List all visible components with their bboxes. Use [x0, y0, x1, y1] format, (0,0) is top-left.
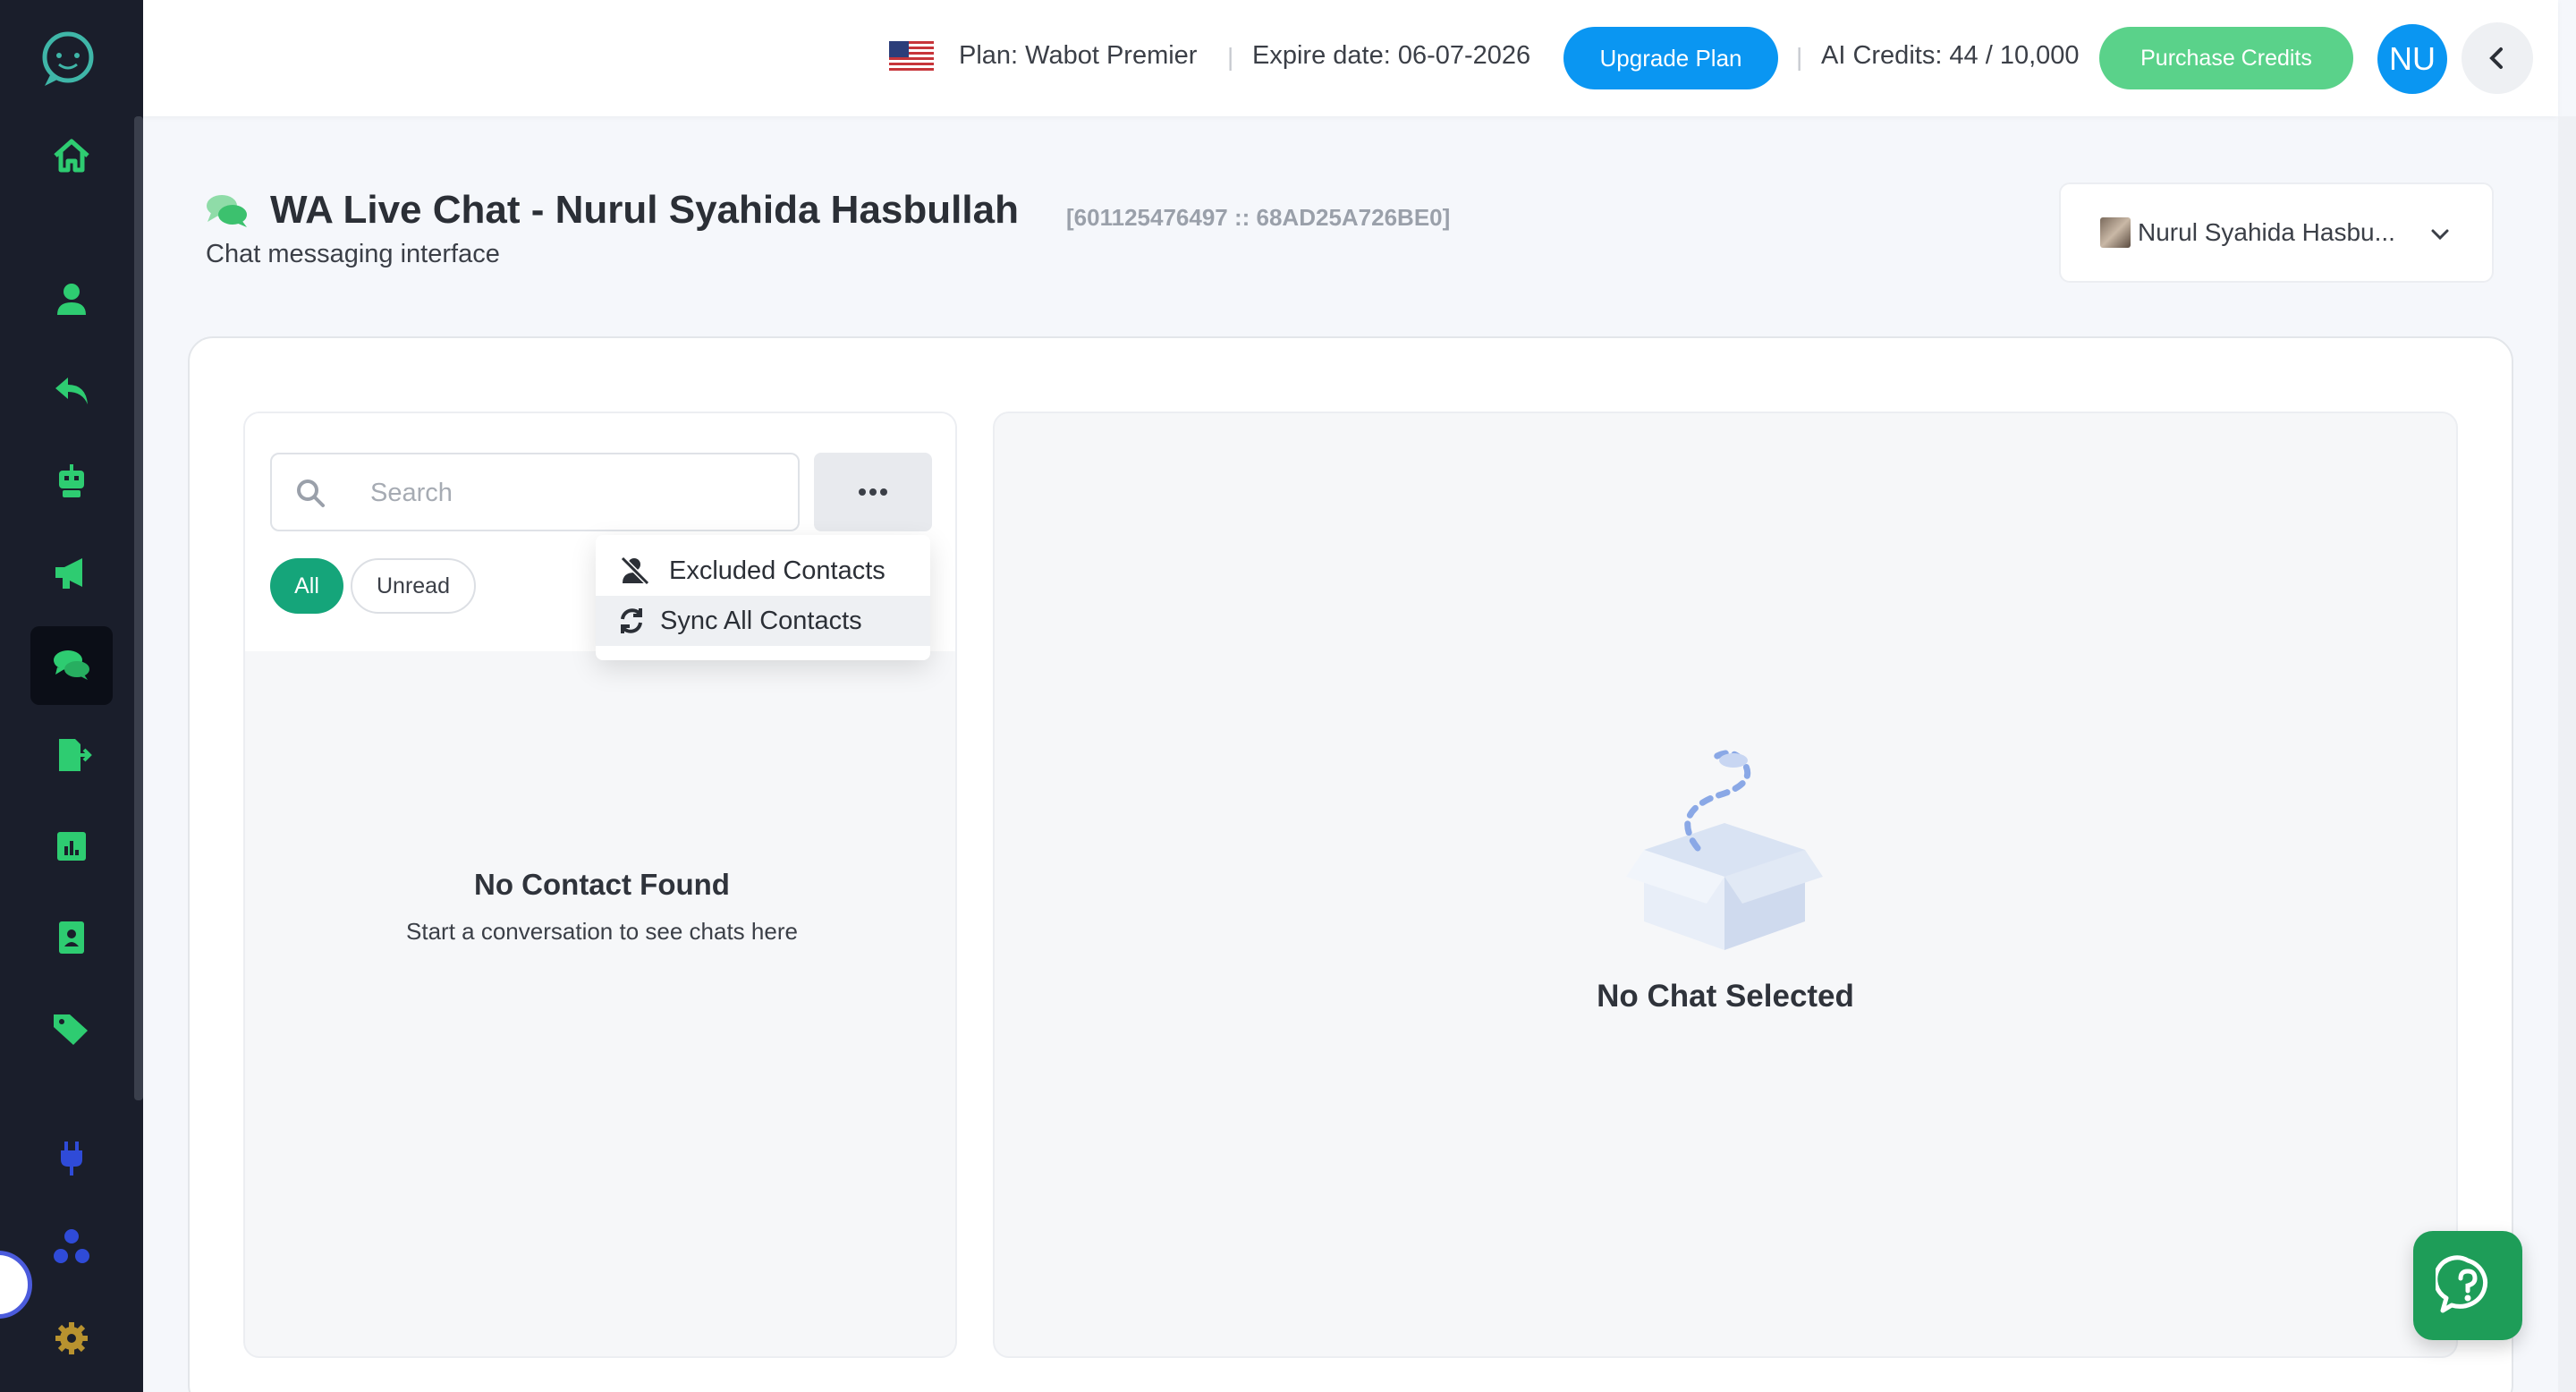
us-flag-icon — [889, 41, 934, 73]
nav-network[interactable] — [30, 1208, 113, 1286]
bot-icon — [59, 464, 84, 497]
plug-icon — [61, 1142, 82, 1176]
menu-item-label: Excluded Contacts — [669, 556, 886, 585]
help-chat-icon — [2436, 1255, 2487, 1313]
more-options-menu: Excluded Contacts Sync All Contacts — [596, 535, 930, 660]
page-subtitle: Chat messaging interface — [206, 240, 500, 268]
account-select[interactable]: Nurul Syahida Hasbu... — [2059, 182, 2494, 283]
upgrade-plan-button[interactable]: Upgrade Plan — [1563, 27, 1778, 89]
divider: | — [1796, 43, 1803, 71]
collapse-button[interactable] — [2462, 22, 2533, 94]
nav-tags[interactable] — [30, 989, 113, 1068]
menu-item-label: Sync All Contacts — [660, 606, 862, 635]
reply-icon — [55, 378, 88, 404]
contacts-icon — [57, 284, 86, 315]
no-contact-title: No Contact Found — [474, 868, 730, 901]
search-box[interactable] — [270, 453, 800, 531]
tags-icon — [54, 1014, 88, 1045]
nav-integrations[interactable] — [30, 1118, 113, 1197]
nav-broadcast[interactable] — [30, 533, 113, 612]
more-horizontal-icon — [859, 488, 887, 496]
expire-date: Expire date: 06-07-2026 — [1252, 41, 1531, 70]
page-ids: [601125476497 :: 68AD25A726BE0] — [1066, 204, 1451, 231]
chevron-down-icon — [2431, 229, 2449, 241]
purchase-credits-button[interactable]: Purchase Credits — [2099, 27, 2353, 89]
account-select-value: Nurul Syahida Hasbu... — [2138, 218, 2395, 246]
settings-icon — [55, 1322, 88, 1354]
no-chat-selected: No Chat Selected — [1597, 979, 1854, 1014]
filter-unread[interactable]: Unread — [351, 558, 476, 614]
address-book-icon — [59, 921, 84, 954]
chat-bubbles-icon — [207, 195, 247, 227]
ai-credits: AI Credits: 44 / 10,000 — [1821, 41, 2080, 70]
nav-home[interactable] — [30, 116, 113, 195]
help-button[interactable] — [2413, 1231, 2522, 1340]
page-scrollbar[interactable] — [2558, 116, 2576, 1392]
nav-live-chat[interactable] — [30, 626, 113, 705]
avatar[interactable]: NU — [2377, 24, 2447, 94]
plan-label: Plan: Wabot Premier — [959, 41, 1198, 70]
account-thumbnail — [2100, 217, 2131, 248]
app-logo-icon[interactable] — [36, 27, 100, 91]
menu-item-sync-contacts[interactable]: Sync All Contacts — [596, 596, 930, 646]
search-icon — [297, 480, 325, 507]
page-title: WA Live Chat - Nurul Syahida Hasbullah — [270, 188, 1019, 232]
nav-export[interactable] — [30, 716, 113, 794]
menu-item-excluded-contacts[interactable]: Excluded Contacts — [596, 546, 930, 596]
nav-address-book[interactable] — [30, 898, 113, 977]
broadcast-icon — [55, 558, 82, 589]
reports-icon — [57, 832, 86, 861]
no-contact-subtitle: Start a conversation to see chats here — [406, 918, 798, 945]
nav-autoreply[interactable] — [30, 351, 113, 429]
nav-settings[interactable] — [30, 1299, 113, 1378]
sidebar — [0, 0, 143, 1392]
nav-contacts[interactable] — [30, 259, 113, 338]
nav-reports[interactable] — [30, 807, 113, 886]
divider: | — [1227, 43, 1234, 71]
empty-box-illustration — [1626, 750, 1823, 950]
more-options-button[interactable] — [814, 453, 932, 531]
search-input[interactable] — [370, 472, 764, 514]
filter-all[interactable]: All — [270, 558, 343, 614]
export-icon — [59, 739, 92, 771]
sidebar-scrollbar[interactable] — [134, 116, 143, 1100]
sync-icon — [621, 608, 642, 633]
live-chat-icon — [54, 650, 89, 680]
user-slash-icon — [620, 556, 650, 586]
home-icon — [54, 139, 89, 173]
nav-bot[interactable] — [30, 442, 113, 521]
network-icon — [54, 1229, 89, 1263]
chevron-left-icon — [2489, 47, 2503, 69]
